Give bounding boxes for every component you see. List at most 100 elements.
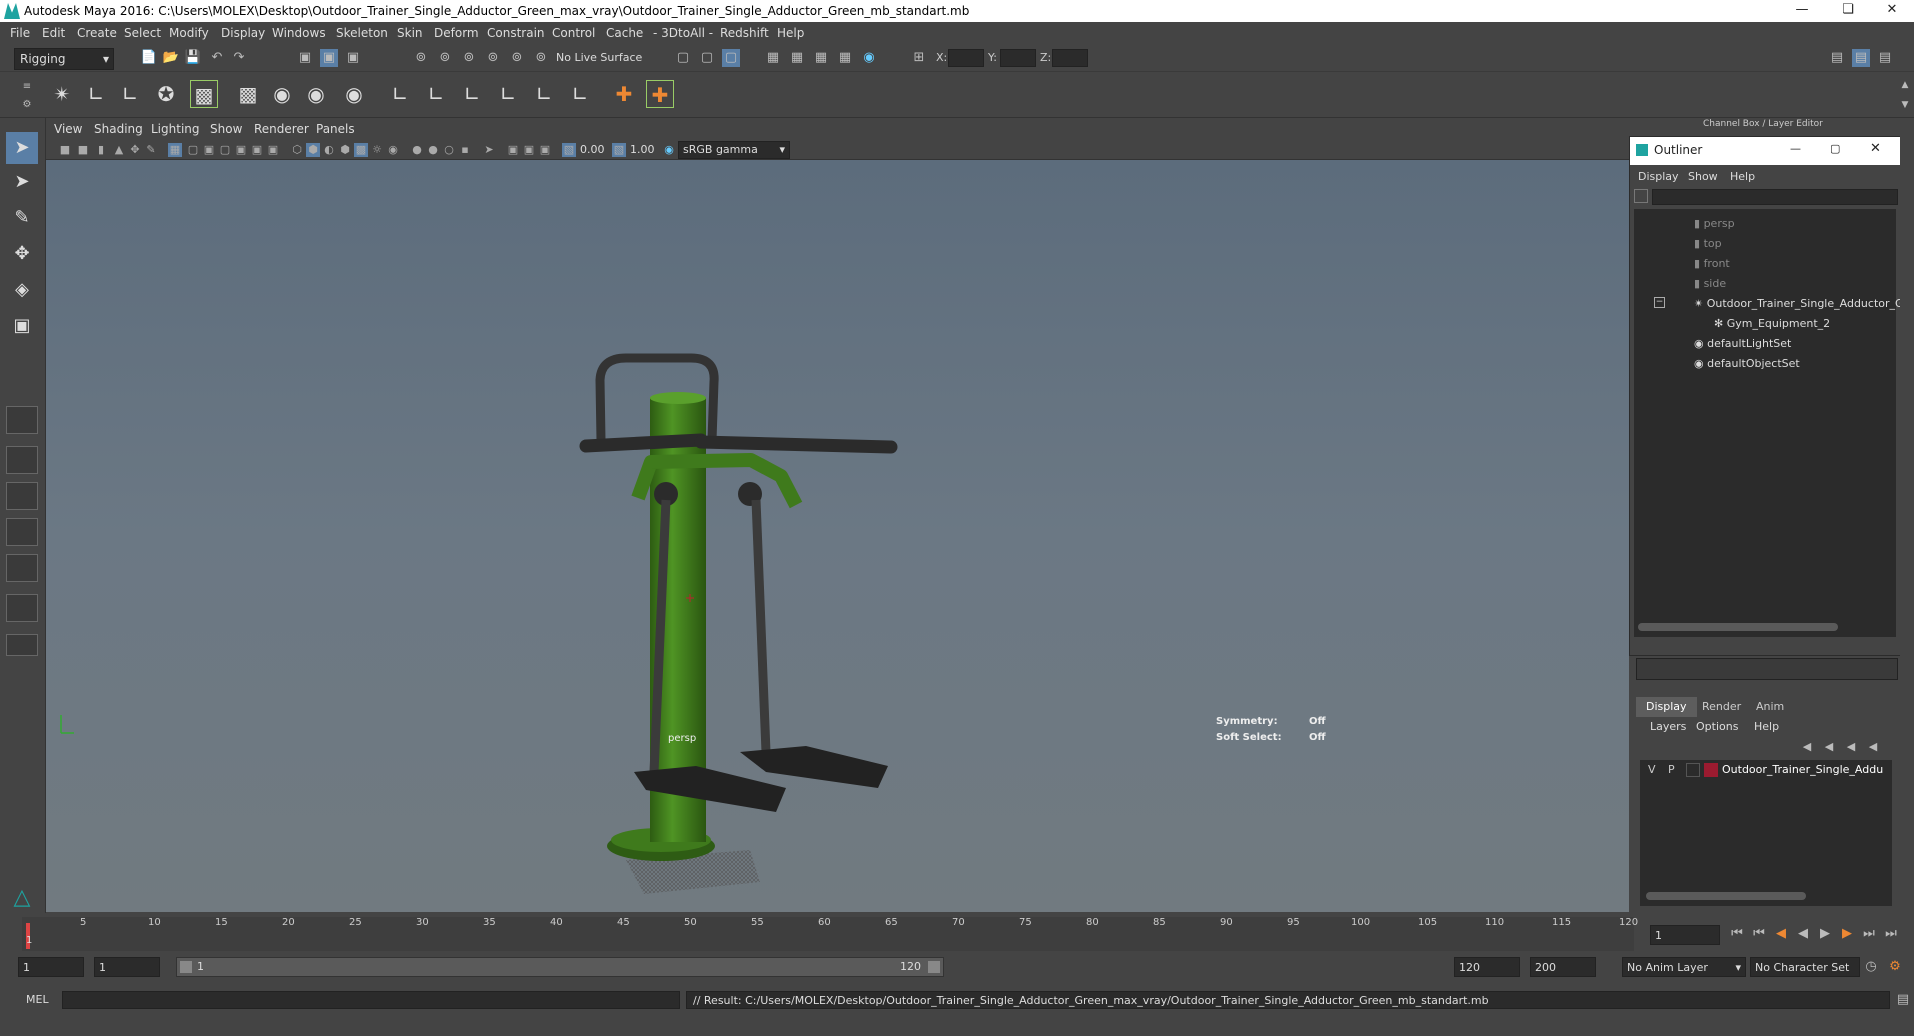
hypershade-icon[interactable]: ▦ (788, 49, 806, 67)
range-slider-bar[interactable]: 1 120 (176, 957, 944, 977)
live-surface-label[interactable]: No Live Surface (556, 51, 642, 64)
select-object-icon[interactable]: ▣ (320, 49, 338, 67)
menu-create[interactable]: Create (77, 26, 117, 40)
xray-joints-icon[interactable]: ▣ (522, 143, 536, 157)
insert-joint-icon[interactable]: ✪ (152, 80, 180, 108)
snap-view-icon[interactable]: ⊚ (484, 49, 502, 67)
point-constraint-icon[interactable]: ∟ (386, 80, 414, 108)
film-gate-icon[interactable]: ▢ (186, 143, 200, 157)
menu-help[interactable]: Help (777, 26, 804, 40)
playback-start-field[interactable]: 1 (94, 957, 160, 977)
grid-icon[interactable]: ▦ (168, 143, 182, 157)
skeleton-icon[interactable]: ✚ (646, 80, 674, 108)
2d-pan-icon[interactable]: ✥ (128, 143, 142, 157)
y-field[interactable] (1000, 49, 1036, 67)
play-forwards-icon[interactable]: ▶ (1816, 925, 1834, 943)
open-scene-icon[interactable]: 📂 (162, 49, 180, 67)
render-ipr-icon[interactable]: ▦ (836, 49, 854, 67)
single-perspective-layout-icon[interactable] (6, 406, 38, 434)
menu-skeleton[interactable]: Skeleton (336, 26, 388, 40)
lasso-tool-icon[interactable]: ➤ (6, 166, 38, 198)
outliner-item-mesh[interactable]: ✻ Gym_Equipment_2 (1714, 317, 1830, 330)
menu-control[interactable]: Control (552, 26, 595, 40)
ik-handle-icon[interactable]: ∟ (82, 80, 110, 108)
go-to-end-icon[interactable]: ⏭ (1882, 925, 1900, 943)
time-slider[interactable]: 1 5 10 15 20 25 30 35 40 45 50 55 60 65 … (0, 913, 1914, 955)
wireframe-icon[interactable]: ⬡ (290, 143, 304, 157)
new-layer-selected-icon[interactable]: ◀ (1864, 738, 1882, 756)
textured-icon[interactable]: ▩ (354, 143, 368, 157)
outliner-item-top[interactable]: ▮ top (1694, 237, 1722, 250)
shelf-scroll-up-icon[interactable]: ▲ (1896, 76, 1914, 94)
outliner-maximize-button[interactable]: ▢ (1830, 142, 1840, 155)
outliner-menu-show[interactable]: Show (1688, 170, 1718, 183)
outliner-hscrollbar[interactable] (1638, 623, 1838, 631)
scale-tool-icon[interactable]: ▣ (6, 310, 38, 342)
perspective-viewport[interactable]: Symmetry: Off Soft Select: Off persp (46, 160, 1629, 912)
menu-select[interactable]: Select (124, 26, 161, 40)
hypershade-layout-icon[interactable] (6, 594, 38, 622)
layer-menu-options[interactable]: Options (1696, 720, 1738, 733)
start-time-field[interactable]: 1 (18, 957, 84, 977)
save-scene-icon[interactable]: 💾 (184, 49, 202, 67)
playback-end-field[interactable]: 120 (1454, 957, 1520, 977)
channel-box-icon[interactable]: ▤ (1876, 49, 1894, 67)
shelf-tab-icon[interactable]: ≡ (18, 78, 36, 96)
layer-tab-render[interactable]: Render (1692, 697, 1751, 717)
menu-display[interactable]: Display (221, 26, 265, 40)
layer-row[interactable]: V P Outdoor_Trainer_Single_Addu (1640, 760, 1892, 780)
persp-outliner-layout-icon[interactable] (6, 482, 38, 510)
xray-icon[interactable]: ▣ (506, 143, 520, 157)
outliner-item-objectset[interactable]: ◉ defaultObjectSet (1694, 357, 1800, 370)
snap-grid-icon[interactable]: ⊚ (412, 49, 430, 67)
parent-constraint-icon[interactable]: ∟ (530, 80, 558, 108)
range-handle-right[interactable] (928, 961, 940, 973)
animation-prefs-icon[interactable]: ⚙ (1886, 958, 1904, 976)
vp-menu-show[interactable]: Show (210, 122, 242, 136)
lattice-icon[interactable]: ◉ (268, 80, 296, 108)
joint-tool-icon[interactable]: ✴ (48, 80, 76, 108)
outliner-filter-icon[interactable] (1634, 189, 1648, 203)
isolate-select-icon[interactable]: ➤ (482, 143, 496, 157)
snap-surface-icon[interactable]: ⊚ (508, 49, 526, 67)
resolution-gate-icon[interactable]: ▣ (202, 143, 216, 157)
layer-tab-display[interactable]: Display (1636, 697, 1697, 717)
safe-title-icon[interactable]: ▣ (266, 143, 280, 157)
gamma-icon[interactable]: ▧ (612, 143, 626, 157)
script-lang-toggle[interactable]: MEL (26, 993, 49, 1006)
new-scene-icon[interactable]: 📄 (140, 49, 158, 67)
z-field[interactable] (1052, 49, 1088, 67)
outliner-menu-display[interactable]: Display (1638, 170, 1679, 183)
command-input[interactable] (62, 991, 680, 1009)
outliner-minimize-button[interactable]: — (1790, 142, 1801, 155)
redo-icon[interactable]: ↷ (230, 49, 248, 67)
layer-menu-layers[interactable]: Layers (1650, 720, 1686, 733)
go-to-start-icon[interactable]: ⏮ (1728, 925, 1746, 943)
step-back-key-icon[interactable]: ⏮ (1750, 925, 1768, 943)
vp-menu-view[interactable]: View (54, 122, 82, 136)
close-button[interactable]: ✕ (1872, 2, 1912, 20)
character-set-dropdown[interactable]: No Character Set (1750, 957, 1860, 977)
aim-constraint-icon[interactable]: ∟ (422, 80, 450, 108)
safe-action-icon[interactable]: ▣ (250, 143, 264, 157)
field-chart-icon[interactable]: ▣ (234, 143, 248, 157)
step-forward-key-icon[interactable]: ⏭ (1860, 925, 1878, 943)
layer-hscrollbar[interactable] (1646, 892, 1806, 900)
wireframe-on-shaded-icon[interactable]: ⬢ (338, 143, 352, 157)
custom-layout-icon[interactable] (6, 634, 38, 656)
grease-pencil-icon[interactable]: ✎ (144, 143, 158, 157)
render-view-icon[interactable]: ▢ (674, 49, 692, 67)
minimize-button[interactable]: — (1782, 2, 1822, 20)
aa-icon[interactable]: ○ (442, 143, 456, 157)
layer-name[interactable]: Outdoor_Trainer_Single_Addu (1722, 763, 1883, 776)
render-frame-icon[interactable]: ▢ (698, 49, 716, 67)
camera-select-icon[interactable]: ■ (58, 143, 72, 157)
snap-curve-icon[interactable]: ⊚ (436, 49, 454, 67)
color-space-dropdown[interactable]: sRGB gamma ▾ (678, 141, 790, 159)
exposure-value[interactable]: 0.00 (580, 143, 605, 156)
anim-layer-dropdown[interactable]: No Anim Layer ▾ (1622, 957, 1746, 977)
outliner-search-input[interactable] (1652, 189, 1898, 205)
layer-color-swatch[interactable] (1704, 763, 1718, 777)
menu-file[interactable]: File (10, 26, 30, 40)
persp-graph-layout-icon[interactable] (6, 518, 38, 546)
